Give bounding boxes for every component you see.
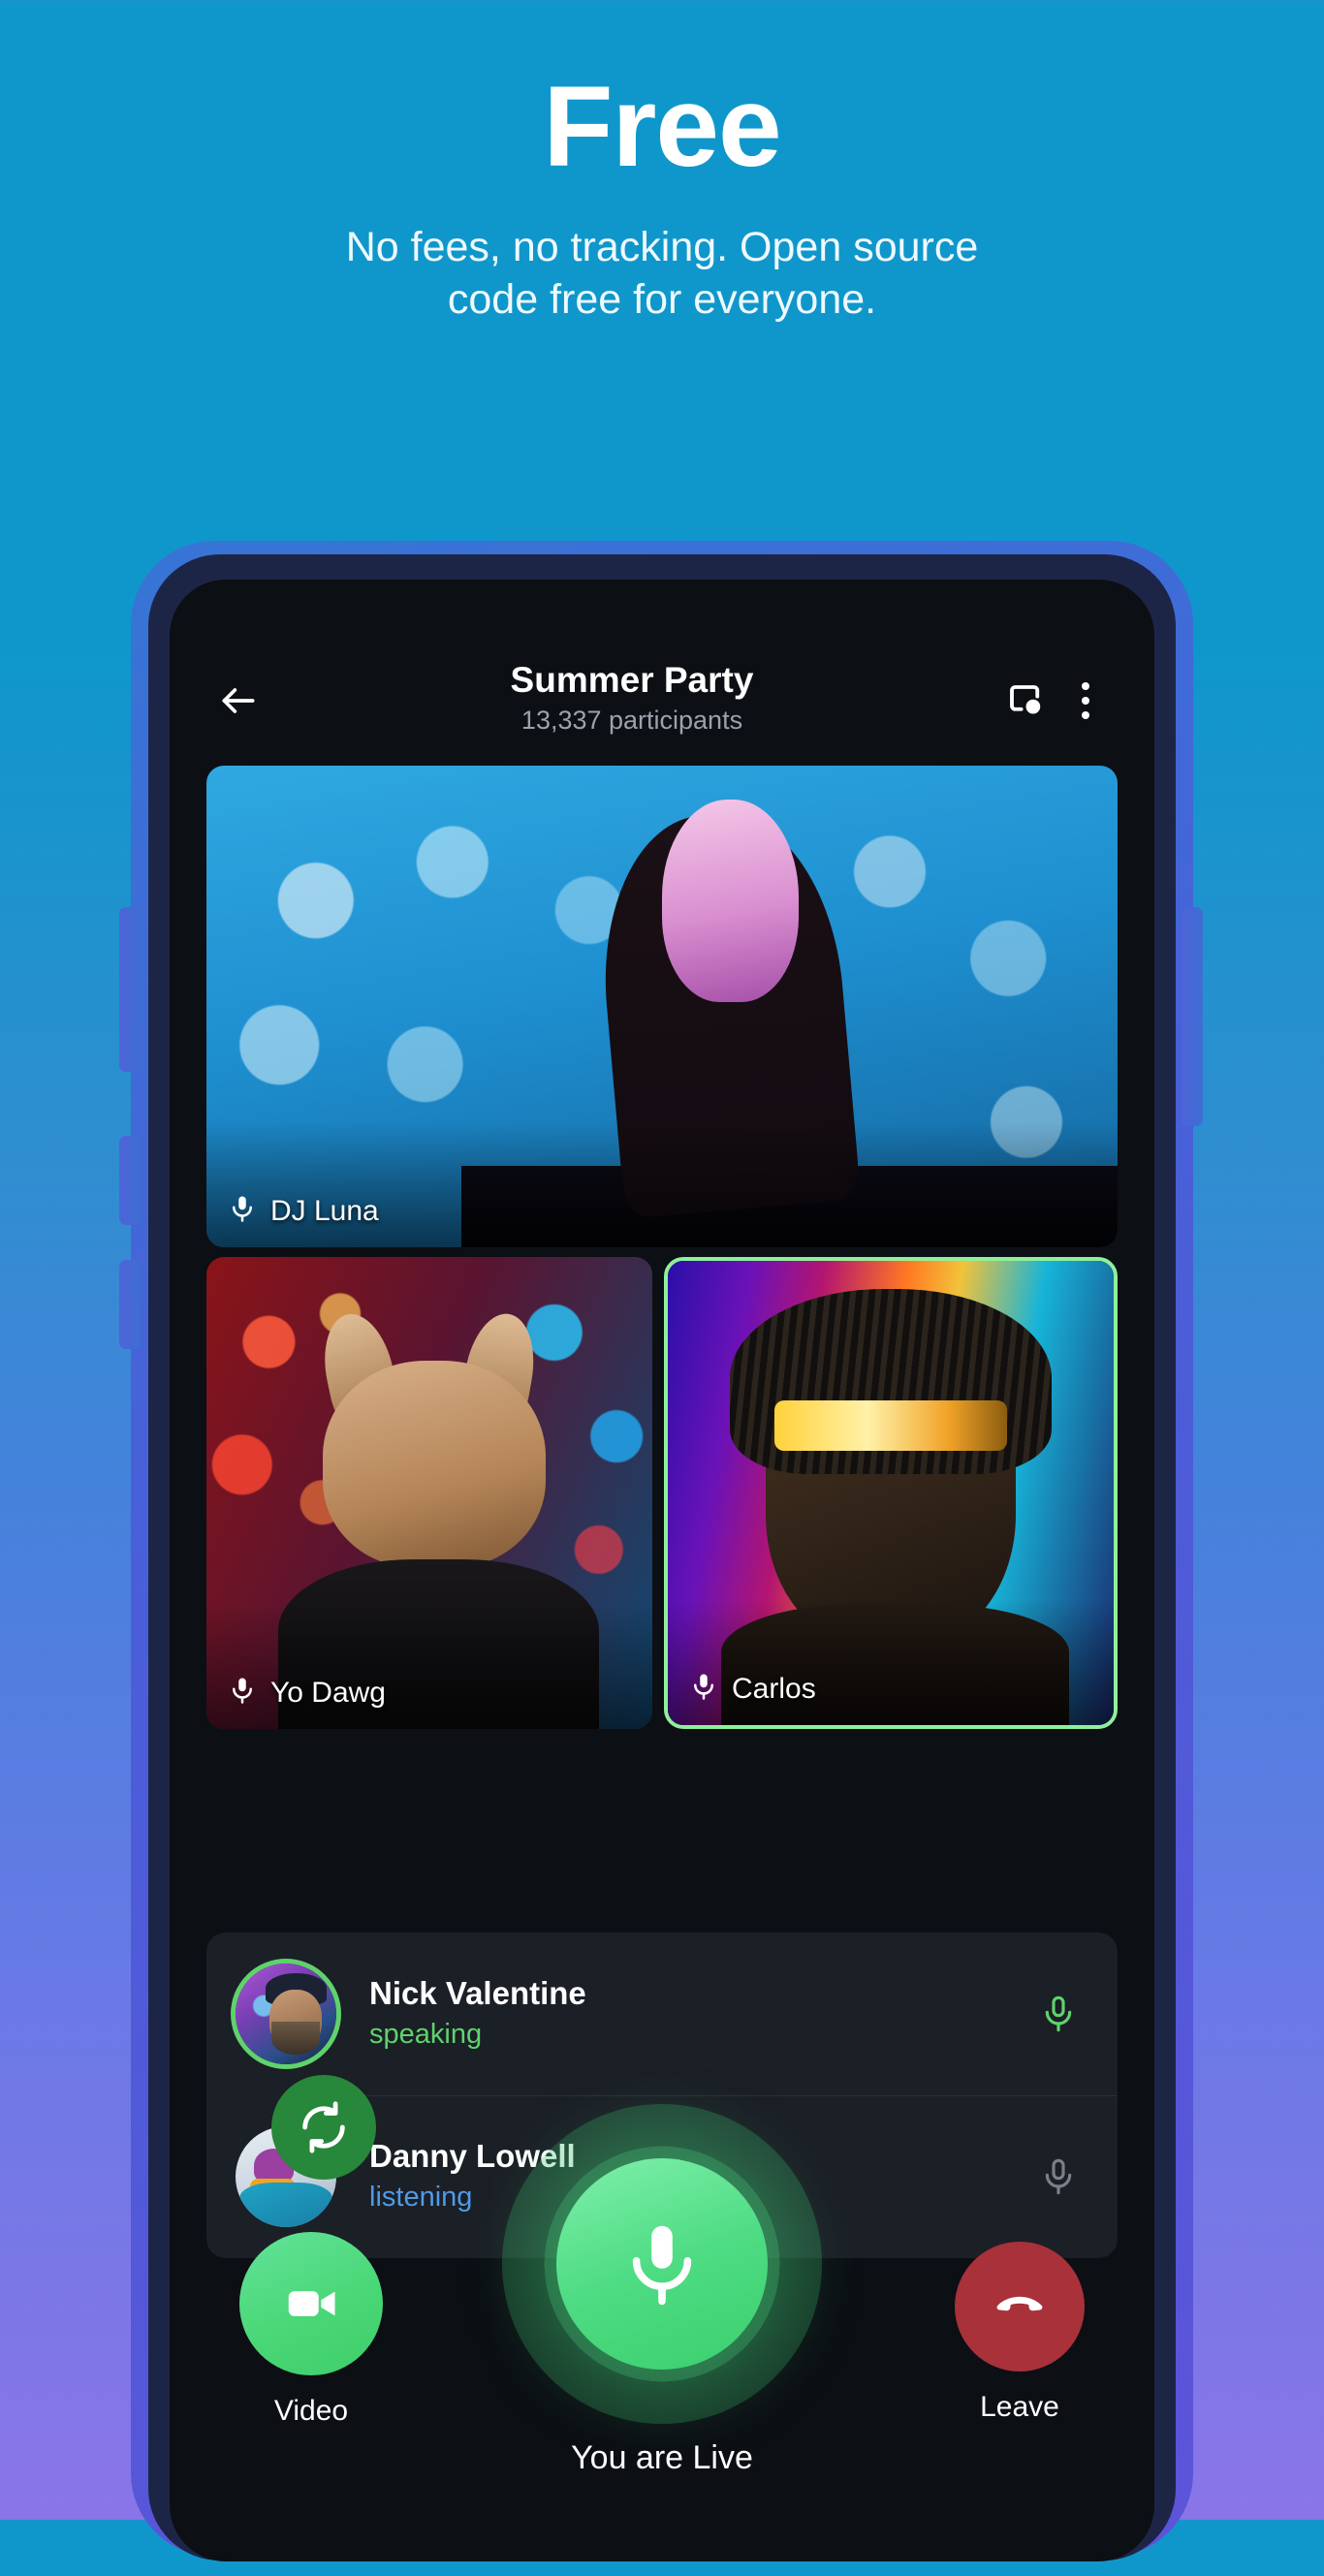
overflow-menu-icon[interactable] xyxy=(1056,671,1116,731)
leave-button[interactable]: Leave xyxy=(955,2242,1085,2424)
video-tile-yo-dawg[interactable]: Yo Dawg xyxy=(206,1257,652,1729)
mic-toggle-button[interactable]: You are Live xyxy=(502,2104,822,2477)
phone-assistant-button[interactable] xyxy=(119,1260,141,1349)
leave-button-label: Leave xyxy=(980,2391,1059,2423)
tile-gradient-scrim xyxy=(206,1603,652,1729)
live-status-label: You are Live xyxy=(571,2439,753,2476)
back-arrow-icon[interactable] xyxy=(208,671,268,731)
video-toggle-button[interactable]: Video xyxy=(239,2232,383,2428)
dog-head-shape xyxy=(322,1361,546,1569)
participant-count: 13,337 participants xyxy=(520,706,743,736)
avatar xyxy=(236,1963,336,2064)
call-controls: Video You are Live Leave xyxy=(170,2058,1154,2561)
promo-subtitle: No fees, no tracking. Open source code f… xyxy=(0,184,1324,326)
tile-name: DJ Luna xyxy=(270,1194,379,1227)
hang-up-icon xyxy=(955,2242,1085,2372)
call-header: Summer Party 13,337 participants xyxy=(170,638,1154,764)
tile-label-yo-dawg: Yo Dawg xyxy=(228,1676,386,1710)
participant-status: speaking xyxy=(369,2019,483,2051)
phone-power-button[interactable] xyxy=(1182,907,1203,1126)
phone-screen: Summer Party 13,337 participants DJ Luna… xyxy=(170,580,1154,2561)
participant-info: Nick Valentine speaking xyxy=(336,1974,1028,2055)
promo-block: Free No fees, no tracking. Open source c… xyxy=(0,0,1324,326)
tile-label-carlos: Carlos xyxy=(689,1672,816,1706)
tile-label-dj-luna: DJ Luna xyxy=(228,1194,379,1228)
participant-name: Nick Valentine xyxy=(369,1974,586,2011)
microphone-icon xyxy=(556,2158,768,2370)
dj-hair-shape xyxy=(662,799,799,1002)
phone-volume-up-button[interactable] xyxy=(119,907,141,1072)
call-title: Summer Party xyxy=(510,659,754,700)
avatar-beard-shape xyxy=(271,2022,321,2055)
microphone-icon xyxy=(228,1676,257,1710)
microphone-icon[interactable] xyxy=(1028,1992,1088,2036)
video-button-label: Video xyxy=(273,2395,349,2427)
page-title: Free xyxy=(543,63,781,191)
video-tile-carlos[interactable]: Carlos xyxy=(664,1257,1118,1729)
tile-name: Yo Dawg xyxy=(270,1676,386,1709)
phone-mockup: Summer Party 13,337 participants DJ Luna… xyxy=(92,541,1232,2576)
microphone-icon xyxy=(689,1672,718,1706)
tile-name: Carlos xyxy=(732,1672,816,1705)
tile-gradient-scrim xyxy=(668,1599,1114,1725)
flip-camera-icon[interactable] xyxy=(271,2075,376,2180)
video-camera-icon xyxy=(239,2232,383,2375)
kebab-dots xyxy=(1082,682,1089,719)
carlos-visor-shape xyxy=(774,1399,1007,1452)
call-title-block: Summer Party 13,337 participants xyxy=(268,660,995,742)
microphone-icon xyxy=(228,1194,257,1228)
promo-subtitle-line-1: No fees, no tracking. Open source xyxy=(345,224,979,270)
screen-share-icon[interactable] xyxy=(995,671,1056,731)
tile-gradient-scrim xyxy=(206,1121,1118,1247)
promo-subtitle-line-2: code free for everyone. xyxy=(447,276,877,324)
phone-volume-down-button[interactable] xyxy=(119,1136,141,1225)
video-tile-dj-luna[interactable]: DJ Luna xyxy=(206,766,1118,1247)
mic-glow-halo xyxy=(502,2104,822,2424)
